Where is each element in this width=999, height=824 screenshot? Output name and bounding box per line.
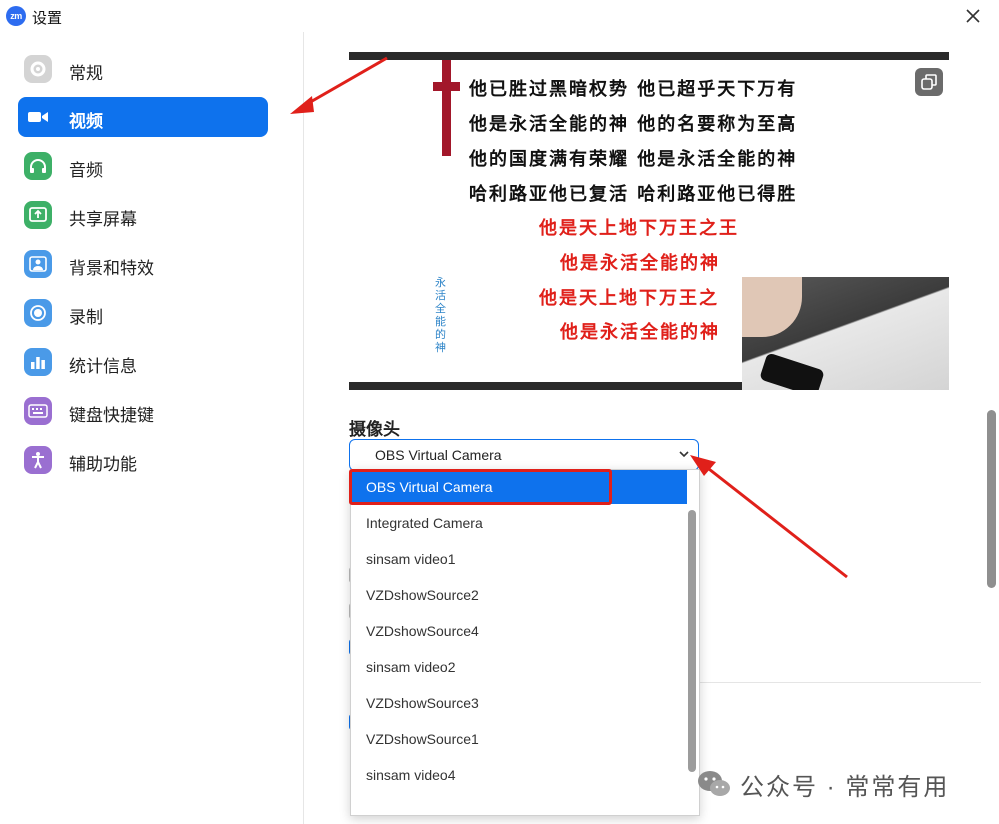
sidebar-item-label: 音频 [69,161,103,180]
camera-option[interactable]: VZDshowSource1 [352,722,687,756]
camera-option[interactable]: VZDshowSource3 [352,686,687,720]
lyric-line-red: 他是永活全能的神 [560,253,720,274]
camera-option-label: VZDshowSource2 [366,587,479,603]
sidebar-item-label: 统计信息 [69,357,137,376]
annotation-highlight-box [349,469,612,505]
close-button[interactable] [961,4,985,28]
lyric-line-red: 他是永活全能的神 [560,322,720,343]
camera-option-label: Integrated Camera [366,515,483,531]
settings-window: zm 设置 常规 视频 音频 共享屏幕 背景和特效 录制 统计信息 键盘快捷键 … [0,0,999,824]
watermark-text: 公众号 · 常常有用 [740,773,950,801]
pip-phone [759,352,825,390]
sidebar-item-label: 背景和特效 [69,259,154,278]
copy-preview-button[interactable] [915,68,943,96]
vertical-caption: 永活全能的神 [435,276,446,354]
zoom-logo-icon: zm [6,6,26,26]
camera-dropdown-list: OBS Virtual Camera Integrated Camera sin… [350,469,700,816]
camera-section-title: 摄像头 [349,420,400,439]
headphones-icon [24,152,52,180]
sidebar-item-general[interactable]: 常规 [18,49,268,89]
video-camera-icon [24,103,52,131]
camera-option-label: sinsam video1 [366,551,456,567]
statistics-icon [24,348,52,376]
cross-graphic [433,82,460,91]
sidebar-item-audio[interactable]: 音频 [18,146,268,186]
settings-sidebar: 常规 视频 音频 共享屏幕 背景和特效 录制 统计信息 键盘快捷键 辅助功能 [0,32,304,824]
window-title: 设置 [32,10,63,27]
dropdown-scrollbar[interactable] [688,510,696,772]
lyric-line: 他是永活全能的神 他的名要称为至高 [469,114,798,135]
lyric-line-red: 他是天上地下万王之王 [539,218,739,239]
lyric-line: 他已胜过黑暗权势 他已超乎天下万有 [469,79,798,100]
picture-in-picture-camera [742,277,949,390]
camera-option[interactable]: sinsam video1 [352,542,687,576]
camera-option-label: sinsam video2 [366,659,456,675]
sidebar-item-label: 辅助功能 [69,455,137,474]
cross-graphic [442,60,451,156]
camera-select-value: OBS Virtual Camera [375,447,502,463]
camera-option-label: VZDshowSource3 [366,695,479,711]
record-icon [24,299,52,327]
chevron-down-icon [679,451,689,458]
camera-option[interactable]: Integrated Camera [352,506,687,540]
share-screen-icon [24,201,52,229]
wechat-icon [698,771,730,796]
sidebar-item-label: 视频 [69,112,103,131]
sidebar-item-record[interactable]: 录制 [18,293,268,333]
title-bar: zm 设置 [0,0,999,32]
video-preview: 他已胜过黑暗权势 他已超乎天下万有 他是永活全能的神 他的名要称为至高 他的国度… [349,52,949,390]
camera-option[interactable]: sinsam video4 [352,758,687,792]
close-icon [966,9,980,23]
sidebar-item-share-screen[interactable]: 共享屏幕 [18,195,268,235]
section-divider [698,682,981,683]
sidebar-item-statistics[interactable]: 统计信息 [18,342,268,382]
lyric-line: 哈利路亚他已复活 哈利路亚他已得胜 [469,184,798,205]
panel-scrollbar[interactable] [987,410,996,588]
camera-option-label: sinsam video4 [366,767,456,783]
camera-option[interactable]: VZDshowSource4 [352,614,687,648]
gear-icon [24,55,52,83]
sidebar-item-keyboard-shortcuts[interactable]: 键盘快捷键 [18,391,268,431]
background-person-icon [24,250,52,278]
lyric-line: 他的国度满有荣耀 他是永活全能的神 [469,149,798,170]
lyric-line-red: 他是天上地下万王之 [539,288,719,309]
pip-figure [742,277,802,337]
preview-frame: 他已胜过黑暗权势 他已超乎天下万有 他是永活全能的神 他的名要称为至高 他的国度… [349,60,949,390]
sidebar-item-accessibility[interactable]: 辅助功能 [18,440,268,480]
sidebar-item-label: 录制 [69,308,103,327]
sidebar-item-label: 常规 [69,64,103,83]
sidebar-item-label: 共享屏幕 [69,210,137,229]
camera-select[interactable]: OBS Virtual Camera [349,439,699,471]
watermark: 公众号 · 常常有用 [696,766,949,802]
keyboard-icon [24,397,52,425]
camera-option[interactable]: VZDshowSource2 [352,578,687,612]
camera-option-label: VZDshowSource4 [366,623,479,639]
sidebar-item-video[interactable]: 视频 [18,97,268,137]
camera-option[interactable]: sinsam video2 [352,650,687,684]
copy-icon [921,74,937,90]
sidebar-item-label: 键盘快捷键 [69,406,154,425]
accessibility-icon [24,446,52,474]
camera-option-label: VZDshowSource1 [366,731,479,747]
video-settings-panel: 他已胜过黑暗权势 他已超乎天下万有 他是永活全能的神 他的名要称为至高 他的国度… [304,32,999,824]
sidebar-item-background[interactable]: 背景和特效 [18,244,268,284]
